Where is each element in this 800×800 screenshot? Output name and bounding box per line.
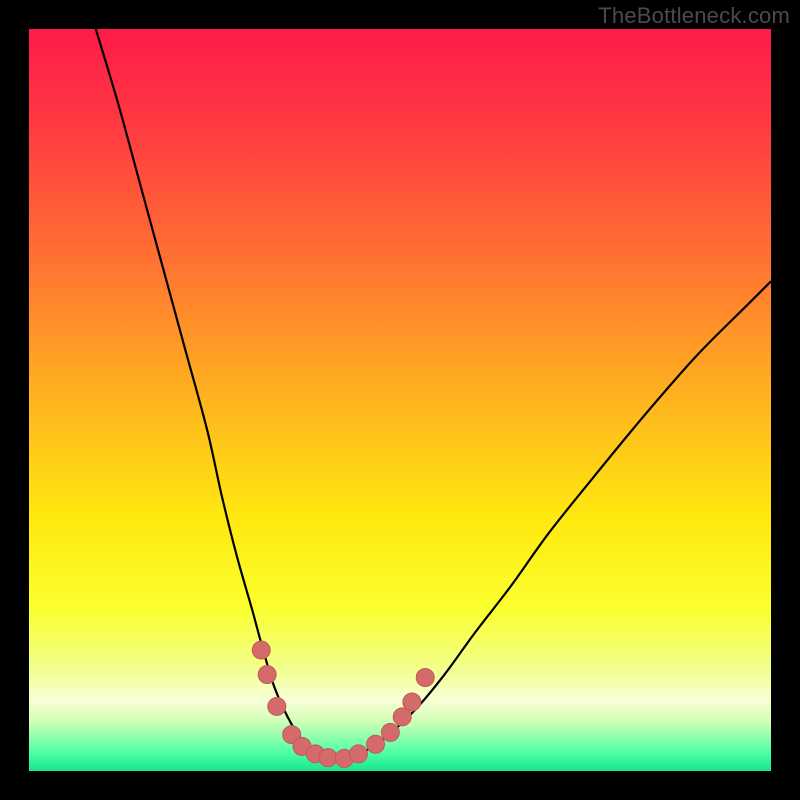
chart-frame: TheBottleneck.com xyxy=(0,0,800,800)
highlight-point xyxy=(252,641,270,659)
bottleneck-chart xyxy=(29,29,771,771)
chart-plot-area xyxy=(29,29,771,771)
watermark-text: TheBottleneck.com xyxy=(598,3,790,29)
highlight-point xyxy=(319,749,337,767)
highlight-point xyxy=(416,669,434,687)
highlight-point xyxy=(367,735,385,753)
highlight-point xyxy=(268,697,286,715)
highlight-point xyxy=(258,666,276,684)
highlight-point xyxy=(349,745,367,763)
highlight-point xyxy=(381,723,399,741)
highlight-point xyxy=(403,693,421,711)
gradient-background xyxy=(29,29,771,771)
